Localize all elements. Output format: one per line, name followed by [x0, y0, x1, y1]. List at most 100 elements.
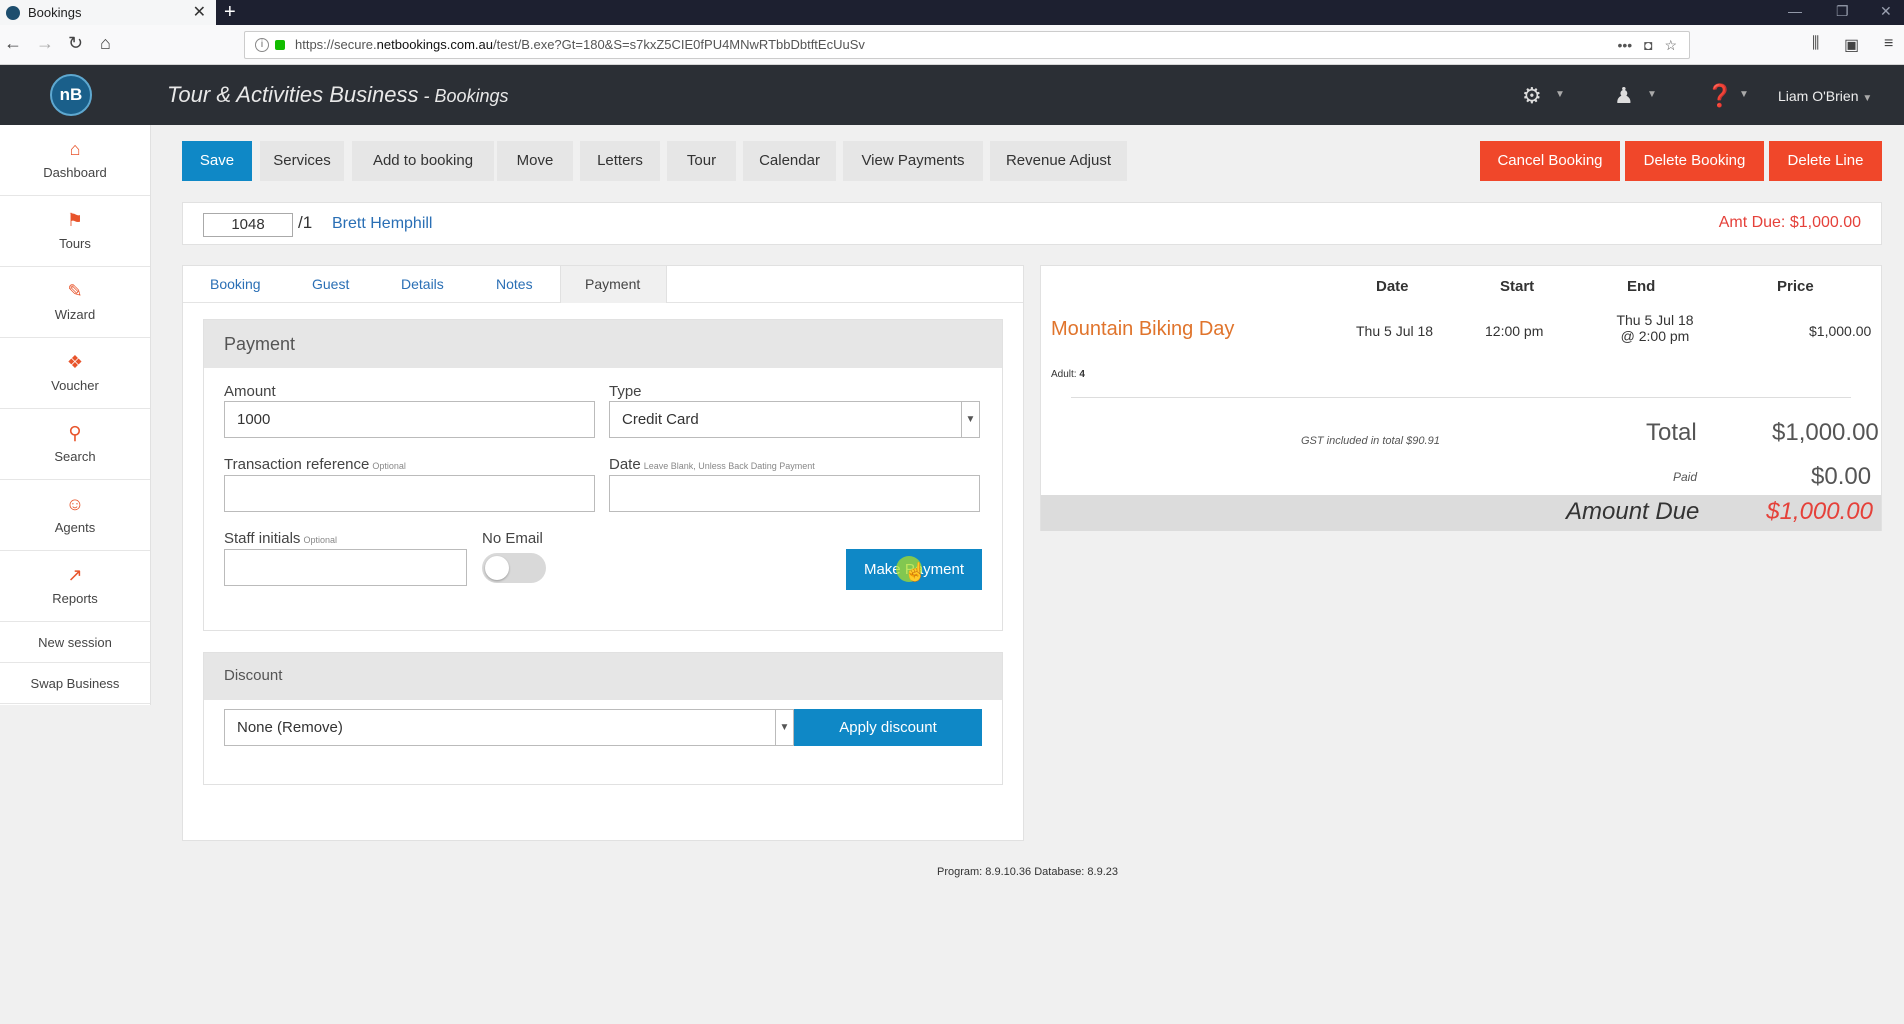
amount-input[interactable]: 1000 — [224, 401, 595, 438]
sidebar-toggle-icon[interactable]: ▣ — [1844, 35, 1859, 55]
tours-icon: ⚑ — [66, 210, 84, 230]
toggle-knob — [485, 556, 509, 580]
url-domain: netbookings.com.au — [376, 37, 494, 52]
title-separator: - — [418, 86, 435, 106]
page-actions: ••• ◘ ☆ — [1617, 32, 1677, 58]
staff-initials-label: Staff initials Optional — [224, 530, 337, 547]
swap-business-link[interactable]: Swap Business — [0, 663, 150, 704]
sidebar-item-tours[interactable]: ⚑ Tours — [0, 196, 150, 267]
delete-booking-button[interactable]: Delete Booking — [1625, 141, 1764, 181]
gst-note: GST included in total $90.91 — [1301, 435, 1440, 447]
date-label-text: Date — [609, 456, 641, 473]
amount-due-label: Amount Due — [1566, 498, 1700, 525]
letters-button[interactable]: Letters — [580, 141, 660, 181]
tour-button[interactable]: Tour — [667, 141, 736, 181]
sidebar-item-label: Voucher — [51, 378, 99, 393]
site-favicon-icon — [6, 5, 20, 20]
page-info-icon[interactable]: i — [255, 38, 269, 52]
restore-window-icon[interactable]: ❐ — [1836, 0, 1849, 25]
new-tab-icon[interactable]: + — [224, 0, 236, 25]
revenue-adjust-button[interactable]: Revenue Adjust — [990, 141, 1127, 181]
netbookings-logo[interactable]: nB — [50, 74, 92, 116]
sidebar-item-voucher[interactable]: ❖ Voucher — [0, 338, 150, 409]
booking-item-name[interactable]: Mountain Biking Day — [1051, 318, 1234, 341]
date-hint: Leave Blank, Unless Back Dating Payment — [643, 461, 815, 471]
discount-heading: Discount — [204, 653, 1002, 700]
agent-icon[interactable]: ♟ — [1614, 83, 1634, 109]
forward-icon[interactable]: → — [36, 33, 54, 54]
back-icon[interactable]: ← — [4, 33, 22, 54]
menu-icon[interactable]: ≡ — [1884, 35, 1893, 53]
tab-payment[interactable]: Payment — [560, 266, 667, 303]
more-actions-icon[interactable]: ••• — [1617, 37, 1632, 53]
delete-line-button[interactable]: Delete Line — [1769, 141, 1882, 181]
sidebar-item-label: Dashboard — [43, 165, 107, 180]
column-header-date: Date — [1376, 278, 1409, 295]
tab-booking[interactable]: Booking — [210, 266, 261, 303]
transaction-reference-label: Transaction reference Optional — [224, 456, 406, 473]
type-label: Type — [609, 383, 642, 400]
add-to-booking-button[interactable]: Add to booking — [352, 141, 494, 181]
payment-type-select[interactable]: Credit Card ▼ — [609, 401, 980, 438]
sidebar-item-wizard[interactable]: ✎ Wizard — [0, 267, 150, 338]
hand-cursor-icon: ☝ — [904, 562, 927, 582]
settings-gear-icon[interactable]: ⚙ — [1522, 83, 1542, 109]
home-icon[interactable]: ⌂ — [100, 33, 111, 54]
payment-section: Payment Amount 1000 Type Credit Card ▼ T… — [203, 319, 1003, 631]
browser-tab-title: Bookings — [28, 5, 82, 20]
url-path: /test/B.exe?Gt=180&S=s7kxZ5CIE0fPU4MNwRT… — [493, 37, 865, 52]
view-payments-button[interactable]: View Payments — [843, 141, 983, 181]
item-end: Thu 5 Jul 18 @ 2:00 pm — [1601, 312, 1709, 344]
tab-notes[interactable]: Notes — [496, 266, 533, 303]
close-window-icon[interactable]: ✕ — [1880, 0, 1892, 25]
sidebar-item-agents[interactable]: ☺ Agents — [0, 480, 150, 551]
amount-due-band: Amount Due $1,000.00 — [1041, 495, 1881, 531]
booking-number-input[interactable]: 1048 — [203, 213, 293, 237]
booking-reference-bar: 1048 /1 Brett Hemphill Amt Due: $1,000.0… — [182, 202, 1882, 245]
amount-due-summary: Amt Due: $1,000.00 — [1718, 214, 1861, 231]
new-session-link[interactable]: New session — [0, 622, 150, 663]
booking-detail-panel: Booking Guest Details Notes Payment Paym… — [182, 265, 1024, 841]
move-button[interactable]: Move — [497, 141, 573, 181]
sidebar-item-search[interactable]: ⚲ Search — [0, 409, 150, 480]
url-prefix: https://secure. — [295, 37, 377, 52]
close-tab-icon[interactable]: ✕ — [193, 2, 206, 22]
date-input[interactable] — [609, 475, 980, 512]
address-bar[interactable]: i https://secure.netbookings.com.au/test… — [244, 31, 1690, 59]
library-icon[interactable]: ⫼ — [1812, 35, 1819, 53]
calendar-button[interactable]: Calendar — [743, 141, 836, 181]
chevron-down-icon: ▼ — [1862, 93, 1873, 104]
chevron-down-icon[interactable]: ▼ — [1555, 89, 1565, 100]
help-icon[interactable]: ❓ — [1706, 83, 1733, 109]
summary-divider — [1071, 397, 1851, 398]
cancel-booking-button[interactable]: Cancel Booking — [1480, 141, 1620, 181]
reload-icon[interactable]: ↻ — [68, 33, 83, 54]
no-email-toggle[interactable] — [482, 553, 546, 583]
sidebar-item-label: Reports — [52, 591, 98, 606]
discount-select[interactable]: None (Remove) ▼ — [224, 709, 794, 746]
browser-tab[interactable]: Bookings ✕ — [0, 0, 216, 25]
tab-details[interactable]: Details — [401, 266, 444, 303]
transaction-reference-label-text: Transaction reference — [224, 456, 370, 473]
chevron-down-icon[interactable]: ▼ — [1647, 89, 1657, 100]
user-menu[interactable]: Liam O'Brien ▼ — [1778, 88, 1872, 104]
chevron-down-icon[interactable]: ▼ — [1739, 89, 1749, 100]
total-label: Total — [1646, 419, 1697, 446]
paid-label: Paid — [1673, 470, 1698, 484]
minimize-window-icon[interactable]: — — [1788, 0, 1802, 25]
reports-icon: ↗ — [67, 565, 83, 585]
bookmark-star-icon[interactable]: ☆ — [1664, 37, 1677, 53]
apply-discount-button[interactable]: Apply discount — [794, 709, 982, 746]
item-price: $1,000.00 — [1809, 323, 1872, 339]
staff-initials-input[interactable] — [224, 549, 467, 586]
gift-icon: ❖ — [66, 352, 84, 372]
transaction-reference-input[interactable] — [224, 475, 595, 512]
guest-name-link[interactable]: Brett Hemphill — [332, 215, 432, 233]
services-button[interactable]: Services — [260, 141, 344, 181]
tab-guest[interactable]: Guest — [312, 266, 349, 303]
save-button[interactable]: Save — [182, 141, 252, 181]
sidebar-item-dashboard[interactable]: ⌂ Dashboard — [0, 125, 150, 196]
app-header: nB Tour & Activities Business - Bookings… — [0, 65, 1904, 125]
sidebar-item-reports[interactable]: ↗ Reports — [0, 551, 150, 622]
pocket-icon[interactable]: ◘ — [1644, 37, 1652, 53]
